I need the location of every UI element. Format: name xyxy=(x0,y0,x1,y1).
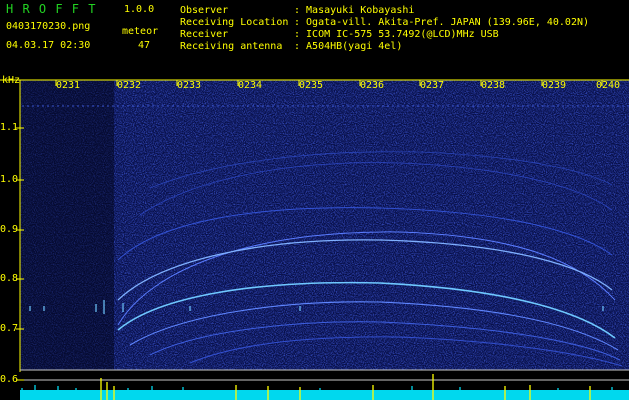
observation-datetime: 04.03.17 02:30 xyxy=(6,40,91,51)
noise-speckle-left xyxy=(20,80,114,370)
y-tick-label: 0.9 xyxy=(0,224,19,235)
antenna-label: Receiving antenna xyxy=(180,41,283,52)
observer-label: Observer xyxy=(180,5,229,16)
noise-speckle xyxy=(114,80,629,370)
spectrogram xyxy=(0,79,629,400)
time-label: 0231 xyxy=(56,80,81,91)
time-label: 0237 xyxy=(420,80,445,91)
observer-value: : Masayuki Kobayashi xyxy=(294,5,415,16)
y-tick-label: 0.8 xyxy=(0,273,19,284)
time-label: 0235 xyxy=(299,80,324,91)
power-strip xyxy=(20,390,629,400)
image-filename: 0403170230.png xyxy=(6,21,91,32)
location-label: Receiving Location xyxy=(180,17,289,28)
time-label: 0240 xyxy=(596,80,621,91)
time-label: 0239 xyxy=(542,80,567,91)
time-label: 0238 xyxy=(481,80,506,91)
antenna-value: : A504HB(yagi 4el) xyxy=(294,41,403,52)
meteor-count: 47 xyxy=(138,40,151,51)
location-value: : Ogata-vill. Akita-Pref. JAPAN (139.96E… xyxy=(294,17,590,28)
meteor-label: meteor xyxy=(122,26,159,37)
y-tick-label: 1.1 xyxy=(0,122,19,133)
receiver-label: Receiver xyxy=(180,29,229,40)
y-tick-label: 0.7 xyxy=(0,323,19,334)
time-label: 0234 xyxy=(238,80,263,91)
receiver-value: : ICOM IC-575 53.7492(@LCD)MHz USB xyxy=(294,29,499,40)
app-version: 1.0.0 xyxy=(124,4,155,15)
time-label: 0236 xyxy=(360,80,385,91)
y-axis-unit: kHz xyxy=(2,75,21,86)
y-tick-label: 1.0 xyxy=(0,174,19,185)
time-label: 0232 xyxy=(117,80,142,91)
app-title: H R O F F T xyxy=(6,2,97,16)
time-label: 0233 xyxy=(177,80,202,91)
y-tick-label: 0.6 xyxy=(0,374,19,385)
